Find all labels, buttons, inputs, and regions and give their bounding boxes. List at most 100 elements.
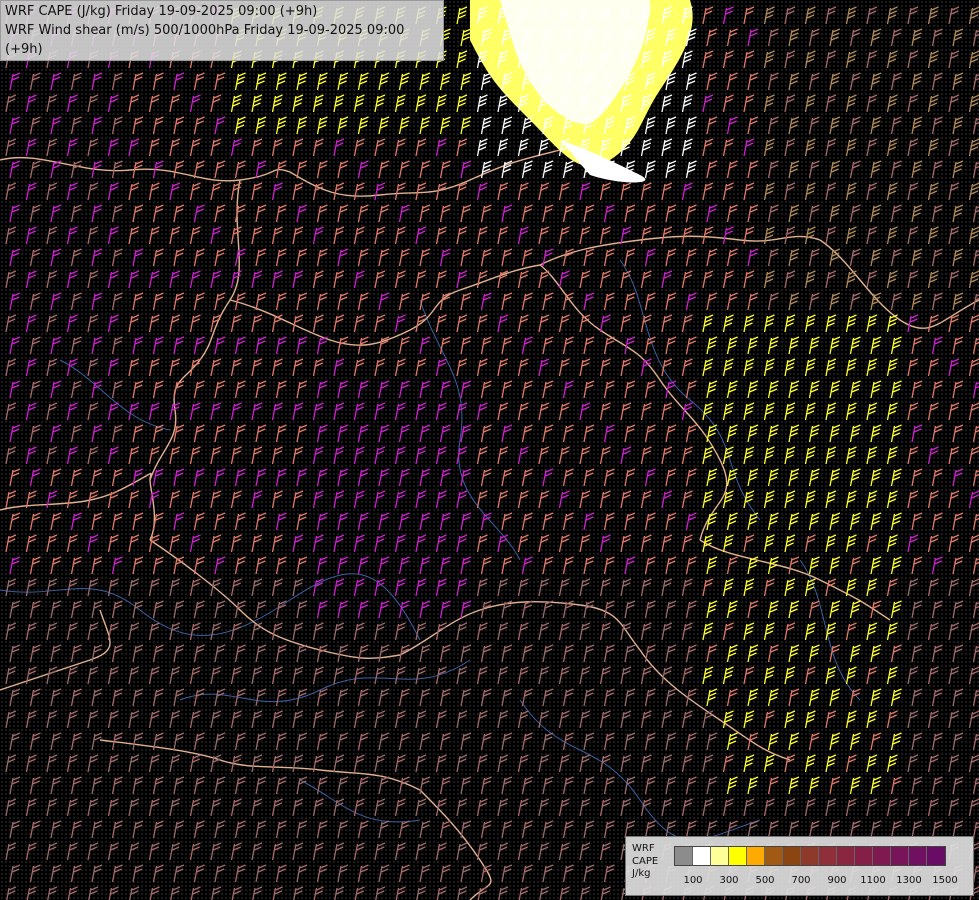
wind-barb — [681, 754, 693, 773]
wind-barb — [275, 380, 287, 399]
wind-barb — [173, 776, 185, 795]
wind-barb — [521, 424, 533, 443]
wind-barb — [132, 820, 144, 839]
wind-barb — [173, 820, 185, 839]
wind-barb — [620, 314, 632, 333]
wind-barb — [583, 688, 595, 707]
wind-barb — [337, 160, 349, 179]
wind-barb — [66, 182, 78, 201]
wind-barb — [603, 688, 615, 707]
wind-barb — [374, 358, 386, 377]
wind-barb — [722, 402, 734, 421]
wind-barb — [398, 116, 410, 135]
wind-barb — [870, 556, 882, 575]
wind-barb — [927, 6, 939, 25]
wind-barb — [747, 776, 759, 795]
wind-barb — [152, 72, 164, 91]
wind-barb — [911, 28, 923, 47]
wind-barb — [866, 402, 878, 421]
wind-barb — [132, 248, 144, 267]
wind-barb — [599, 182, 611, 201]
wind-barb — [152, 292, 164, 311]
wind-barb — [866, 358, 878, 377]
wind-barb — [886, 270, 898, 289]
wind-barb — [972, 601, 979, 619]
wind-barb — [907, 710, 919, 729]
wind-barb — [230, 710, 242, 729]
wind-barb — [890, 424, 902, 443]
wind-barb — [111, 512, 123, 531]
wind-barb — [271, 710, 283, 729]
wind-barb — [9, 380, 21, 399]
wind-barb — [439, 116, 451, 135]
wind-barb — [661, 622, 673, 641]
wind-barb — [173, 864, 185, 883]
wind-barb — [333, 622, 345, 641]
wind-barb — [337, 468, 349, 487]
wind-barb — [476, 534, 488, 553]
wind-barb — [169, 842, 181, 861]
wind-barb — [788, 204, 800, 223]
wind-barb — [353, 578, 365, 597]
wind-barb — [767, 336, 779, 355]
wind-barb — [517, 798, 529, 817]
wind-barb — [829, 776, 841, 795]
wind-barb — [378, 864, 390, 883]
wind-barb — [784, 622, 796, 641]
wind-barb — [378, 512, 390, 531]
wind-barb — [353, 710, 365, 729]
wind-barb — [804, 490, 816, 509]
wind-barb — [460, 776, 472, 795]
wind-barb — [722, 622, 734, 641]
wind-barb — [456, 270, 468, 289]
wind-barb — [29, 644, 41, 663]
wind-barb — [558, 182, 570, 201]
wind-barb — [931, 28, 943, 47]
wind-barb — [148, 842, 160, 861]
wind-barb — [743, 358, 755, 377]
wind-barb — [890, 116, 902, 135]
wind-barb — [603, 424, 615, 443]
wind-barb — [189, 402, 201, 421]
wind-barb — [460, 556, 472, 575]
wind-barb — [521, 600, 533, 619]
wind-barb — [788, 732, 800, 751]
wind-barb — [747, 380, 759, 399]
wind-barb — [230, 490, 242, 509]
wind-barb — [743, 666, 755, 685]
wind-barb — [927, 270, 939, 289]
wind-barb — [353, 666, 365, 685]
wind-barb — [886, 94, 898, 113]
wind-barb — [87, 94, 99, 113]
wind-barb — [722, 138, 734, 157]
wind-barb — [415, 270, 427, 289]
wind-barb — [907, 226, 919, 245]
wind-barb — [354, 886, 365, 900]
wind-barb — [353, 314, 365, 333]
wind-barb — [66, 534, 78, 553]
wind-barb — [665, 336, 677, 355]
wind-barb — [825, 446, 837, 465]
wind-barb — [603, 820, 615, 839]
wind-barb — [702, 578, 714, 597]
wind-barb — [952, 336, 964, 355]
wind-barb — [460, 468, 472, 487]
wind-barb — [173, 204, 185, 223]
border-line — [639, 649, 791, 761]
border-line — [699, 539, 891, 621]
wind-barb — [357, 72, 369, 91]
wind-barb — [681, 358, 693, 377]
wind-barb — [275, 336, 287, 355]
wind-barb — [152, 248, 164, 267]
wind-barb — [726, 468, 738, 487]
wind-barb — [296, 336, 308, 355]
wind-barb — [681, 50, 693, 69]
wind-barb — [726, 292, 738, 311]
wind-barb — [763, 270, 775, 289]
wind-barb — [394, 226, 406, 245]
wind-barb — [378, 732, 390, 751]
wind-barb — [374, 138, 386, 157]
wind-barb — [644, 600, 656, 619]
wind-barb — [132, 732, 144, 751]
wind-barb — [210, 534, 222, 553]
